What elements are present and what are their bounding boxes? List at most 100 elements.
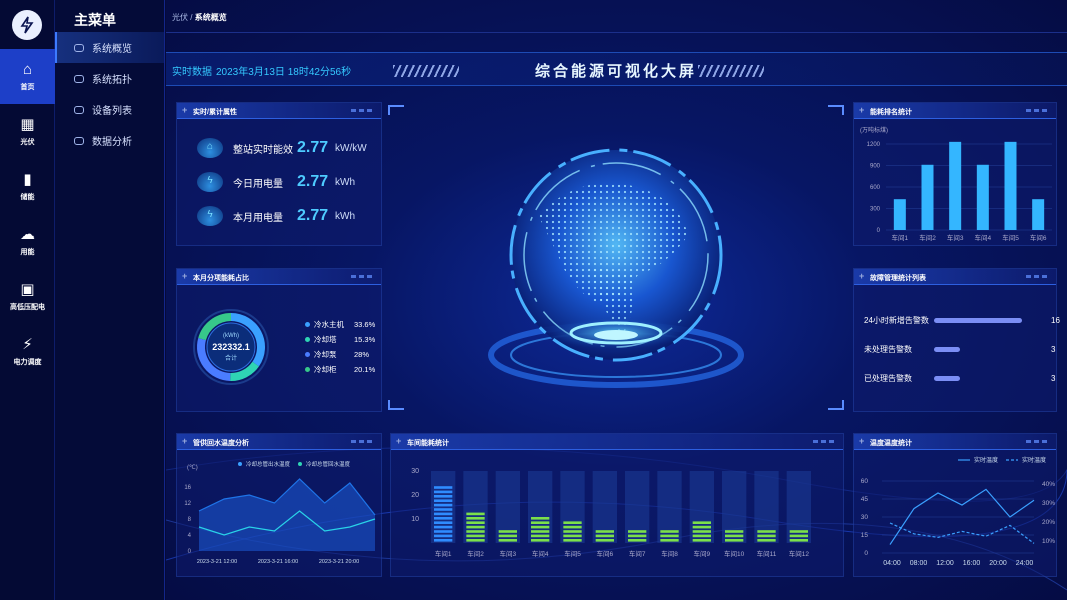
ws-bar-seg (434, 495, 453, 498)
fault-panel: 故障管理统计列表 24小时新增告警数 16 未处理告警数 3 已处理告警数 3 (853, 268, 1060, 412)
energy-share-panel: 本月分项能耗占比 (kWh) 232332.1 合计 冷水主机 33.6% 冷却塔 1… (176, 268, 382, 412)
menu-item-0[interactable]: 系统概览 (55, 32, 164, 63)
donut-total: 232332.1 (212, 342, 250, 352)
breadcrumb-parent[interactable]: 光伏 (172, 13, 188, 22)
y-tick-label: 30 (861, 514, 869, 521)
fault-value: 16 (1051, 315, 1060, 325)
rail-item-4[interactable]: ▣ 高低压配电 (0, 269, 55, 324)
ws-bar-seg (660, 534, 679, 538)
rail-item-label: 电力调度 (13, 359, 42, 366)
ws-bar-seg (531, 539, 550, 542)
rank-bar (1032, 199, 1045, 230)
legend-pct: 33.6% (354, 320, 376, 329)
x-tick-label: 车间5 (564, 549, 581, 558)
x-tick-label: 车间6 (1030, 233, 1047, 242)
y-tick-label: 30 (411, 468, 419, 475)
legend-pct: 28% (354, 350, 370, 359)
ws-bar-seg (757, 530, 776, 533)
x-tick-label: 车间3 (947, 233, 964, 242)
ws-bar-seg (725, 539, 744, 542)
ws-bar-seg (563, 521, 582, 524)
rail-item-label: 首页 (20, 84, 35, 91)
menu-item-2[interactable]: 设备列表 (55, 94, 164, 125)
database-icon (74, 43, 84, 52)
ws-bar-seg (628, 534, 647, 538)
rank-bar (949, 141, 962, 230)
rail-item-3[interactable]: ☁ 用能 (0, 214, 55, 269)
rank-unit: (万吨标煤) (860, 126, 888, 134)
water-legend-1: 冷却总管出水温度 (246, 460, 291, 468)
ws-bar-seg (434, 521, 453, 524)
ws-bar-seg (434, 486, 453, 489)
water-temp-chart: (℃) 冷却总管出水温度 冷却总管回水温度 0 4 8 12 16 2023-3-21 1… (184, 460, 376, 565)
menu-item-3[interactable]: 数据分析 (55, 125, 164, 156)
legend-name: 冷却泵 (314, 350, 337, 359)
workshop-energy-chart: 10 20 30 车间1 车间2 车间3 车间4 车间5 车间6 车间7 车间8 车间9 车间10 车间1… (411, 468, 811, 558)
kpi-panel-title: 实时/累计属性 (177, 103, 381, 119)
x-tick-label: 12:00 (936, 560, 954, 567)
temp-panel-title: 温度温度统计 (854, 434, 1056, 450)
water-temp-unit: (℃) (187, 465, 198, 471)
ws-bar-seg (692, 534, 711, 538)
kpi-value: 2.77 (297, 139, 329, 156)
kpi-row: ⌂ 整站实时能效 2.77 kW/kW (197, 137, 367, 159)
x-tick-label: 车间4 (532, 549, 549, 558)
kpi-row: ϟ 今日用电量 2.77 kWh (197, 171, 355, 193)
ws-bar-seg (498, 539, 517, 542)
y-tick-label: 900 (870, 164, 881, 170)
ws-bar-seg (466, 517, 485, 520)
rank-bar (1004, 141, 1017, 230)
ws-bar-seg (434, 508, 453, 511)
rail-item-0[interactable]: ⌂ 首页 (0, 49, 55, 104)
temp-legend-1: 实时温度 (974, 456, 998, 464)
ws-bar-seg (692, 525, 711, 529)
kpi-panel: 实时/累计属性 ⌂ 整站实时能效 2.77 kW/kW ϟ 今日用电量 2.77 kWh ϟ 本月… (176, 102, 382, 246)
y2-tick-label: 40% (1042, 481, 1055, 488)
x-tick-label: 2023-3-21 20:00 (319, 559, 359, 565)
y2-tick-label: 30% (1042, 500, 1055, 507)
menu-item-label: 数据分析 (92, 137, 132, 148)
y2-tick-label: 20% (1042, 519, 1055, 526)
fault-label: 24小时新增告警数 (864, 315, 929, 325)
y-tick-label: 600 (870, 185, 881, 191)
globe-graphic (488, 148, 744, 388)
energy-share-title: 本月分项能耗占比 (177, 269, 381, 285)
house-icon: ⌂ (197, 138, 223, 158)
header-bar: 实时数据 2023年3月13日 18时42分56秒 综合能源可视化大屏 (166, 52, 1067, 86)
ws-bar-seg (660, 530, 679, 533)
x-tick-label: 08:00 (910, 560, 928, 567)
ws-bar-seg (434, 530, 453, 533)
breadcrumb-separator: / (190, 13, 193, 22)
ws-bar-seg (595, 534, 614, 538)
ws-bar-seg (595, 530, 614, 533)
legend-pct: 20.1% (354, 365, 376, 374)
breadcrumb-current: 系统概览 (194, 13, 227, 22)
ws-bar-seg (466, 534, 485, 538)
kpi-row: ϟ 本月用电量 2.77 kWh (197, 205, 355, 227)
rail-item-1[interactable]: ▦ 光伏 (0, 104, 55, 159)
y-tick-label: 0 (864, 550, 868, 557)
dashboard: 光伏 / 系统概览 实时数据 2023年3月13日 18时42分56秒 综合能源… (166, 0, 1067, 600)
cloud-icon: ☁ (20, 226, 35, 243)
kpi-label: 本月用电量 (233, 212, 283, 224)
y-tick-label: 15 (861, 532, 869, 539)
rail-item-2[interactable]: ▮ 储能 (0, 159, 55, 214)
ws-bar-seg (434, 512, 453, 516)
kpi-label: 今日用电量 (233, 178, 283, 190)
x-tick-label: 16:00 (963, 560, 981, 567)
kpi-unit: kW/kW (335, 142, 367, 154)
ws-bar-seg (434, 534, 453, 538)
kpi-unit: kWh (335, 176, 355, 188)
menu-item-1[interactable]: 系统拓扑 (55, 63, 164, 94)
rail-item-5[interactable]: ⚡ 电力调度 (0, 324, 55, 379)
switchgear-icon: ▣ (20, 281, 35, 298)
ws-bar-seg (434, 499, 453, 502)
x-tick-label: 24:00 (1016, 560, 1034, 567)
fault-row: 未处理告警数 3 (864, 343, 1055, 355)
logo-lightning-icon (12, 10, 42, 40)
fault-value: 3 (1051, 373, 1056, 383)
temp-chart: 实时温度 实时温度 0 15 30 45 60 10% 20% 30% 40% 04:00 08:0… (861, 456, 1055, 567)
x-tick-label: 2023-3-21 16:00 (258, 559, 298, 565)
ws-bar-seg (531, 534, 550, 538)
breadcrumb: 光伏 / 系统概览 (166, 0, 1067, 33)
